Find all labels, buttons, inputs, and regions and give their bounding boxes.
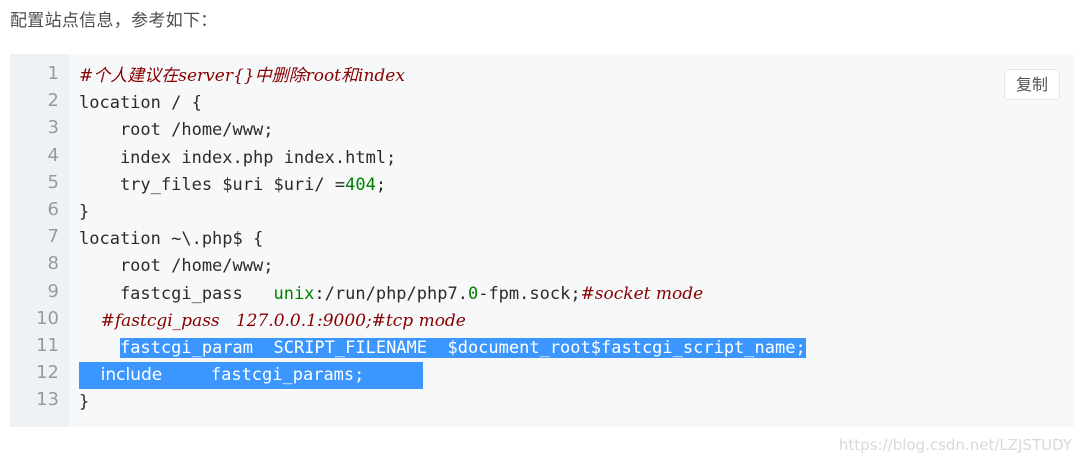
line-number-gutter: 1 2 3 4 5 6 7 8 9 10 11 12 13 xyxy=(10,54,69,427)
code-line-comment: #个人建议在server{}中删除root和index xyxy=(79,66,405,86)
line-number: 8 xyxy=(47,253,59,274)
code-line: root /home/www; xyxy=(79,120,274,140)
line-number: 6 xyxy=(47,199,59,220)
code-line-selected: include fastcgi_params; xyxy=(79,362,423,389)
code-line: location / { xyxy=(79,93,202,113)
code-line: location ~\.php$ { xyxy=(79,229,264,249)
line-number: 4 xyxy=(47,145,59,166)
line-number: 11 xyxy=(36,335,59,356)
line-number: 5 xyxy=(47,172,59,193)
line-number: 9 xyxy=(47,281,59,302)
line-number: 3 xyxy=(47,117,59,138)
code-line: } xyxy=(79,392,90,412)
code-line: root /home/www; xyxy=(79,256,274,276)
code-line: index index.php index.html; xyxy=(79,148,397,168)
intro-text: 配置站点信息，参考如下： xyxy=(10,11,218,31)
line-number: 2 xyxy=(47,90,59,111)
code-line: try_files $uri $uri/ =404; xyxy=(79,175,387,195)
line-number: 12 xyxy=(36,362,59,383)
code-block[interactable]: 1 2 3 4 5 6 7 8 9 10 11 12 13 #个人建议在serv… xyxy=(10,54,1074,427)
code-line: fastcgi_pass unix:/run/php/php7.0-fpm.so… xyxy=(79,284,704,304)
code-line-selected: fastcgi_param SCRIPT_FILENAME $document_… xyxy=(119,338,806,358)
watermark: https://blog.csdn.net/LZJSTUDY xyxy=(838,436,1072,454)
line-number: 7 xyxy=(47,226,59,247)
code-line-comment: #fastcgi_pass 127.0.0.1:9000;#tcp mode xyxy=(79,311,466,331)
line-number: 13 xyxy=(36,389,59,410)
line-number: 1 xyxy=(47,63,59,84)
copy-button[interactable]: 复制 xyxy=(1004,69,1060,100)
code-line: } xyxy=(79,202,90,222)
line-number: 10 xyxy=(36,308,59,329)
